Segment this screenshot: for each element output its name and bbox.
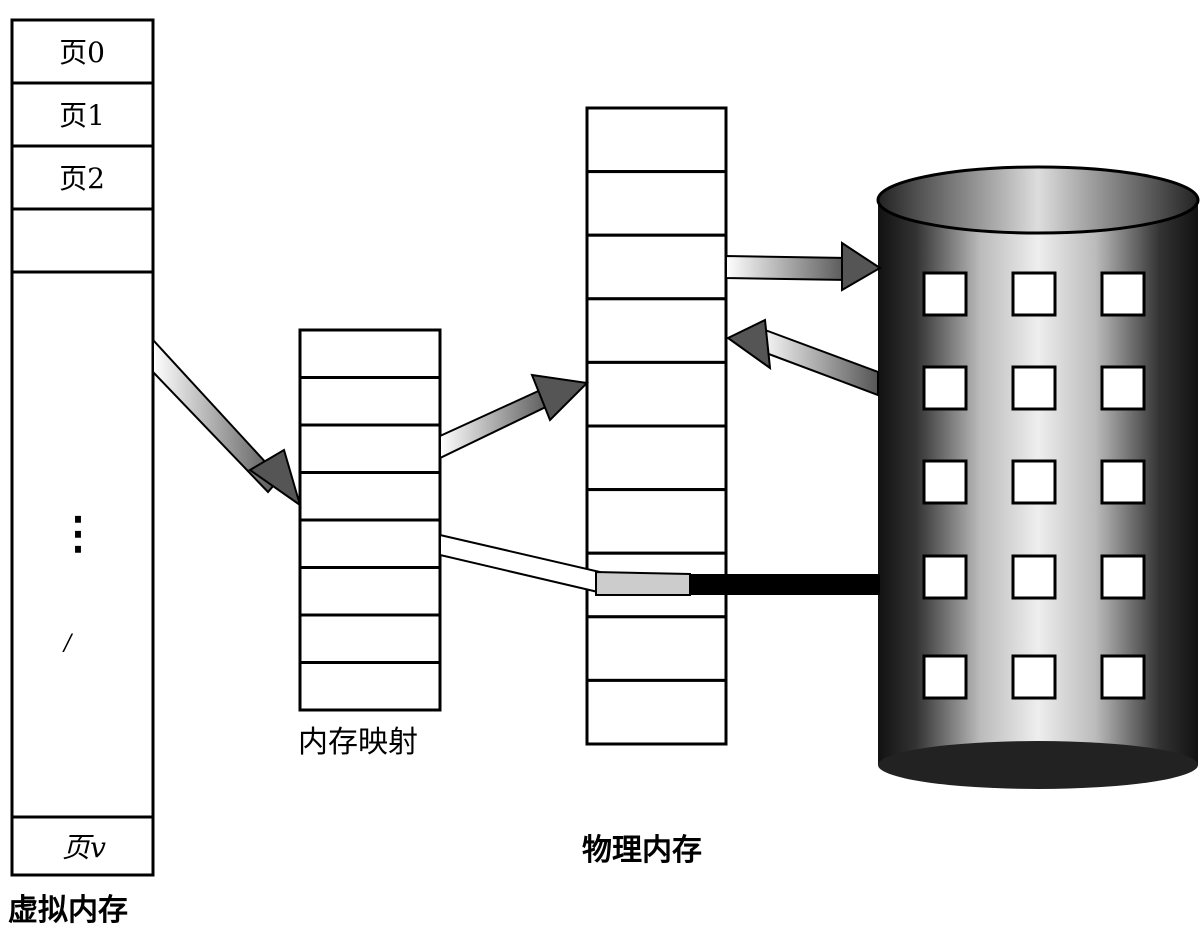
physical-memory-cell-6	[585, 488, 728, 555]
disk-window-2-0	[922, 459, 968, 505]
physical-memory-cell-2	[585, 233, 728, 301]
virtual-ellipsis: ⋮	[56, 508, 100, 559]
virtual-memory-caption: 虚拟内存	[8, 893, 128, 928]
disk-window-4-2	[1100, 654, 1146, 700]
memory-map-cell-1	[298, 376, 442, 427]
memory-map-cell-0	[298, 328, 442, 379]
disk-window-0-1	[1011, 271, 1057, 317]
disk-window-3-1	[1011, 554, 1057, 600]
disk-window-0-0	[922, 271, 968, 317]
disk-window-0-2	[1100, 271, 1146, 317]
memory-map-cell-3	[298, 471, 442, 522]
arrows	[152, 241, 882, 596]
memory-map-cell-4	[298, 518, 442, 569]
memory-map-cell-7	[298, 661, 442, 712]
disk-window-2-2	[1100, 459, 1146, 505]
disk-cylinder	[876, 165, 1200, 789]
virtual-page-0-label: 页0	[59, 36, 105, 69]
disk-window-4-0	[922, 654, 968, 700]
disk-window-1-0	[922, 365, 968, 411]
disk-top	[876, 165, 1200, 235]
memory-map-cell-6	[298, 613, 442, 664]
physical-memory-cell-8	[585, 615, 728, 682]
disk-window-1-2	[1100, 365, 1146, 411]
virtual-page-2-label: 页2	[59, 162, 105, 195]
disk-window-4-1	[1011, 654, 1057, 700]
physical-memory-cell-0	[585, 106, 728, 174]
memory-map-cell-5	[298, 566, 442, 617]
physical-memory-cell-9	[585, 678, 728, 746]
virtual-page-v-label: 页v	[62, 831, 106, 864]
disk-window-2-1	[1011, 459, 1057, 505]
physical-memory-cell-4	[585, 360, 728, 428]
memory-map-caption: 内存映射	[298, 725, 418, 760]
physical-memory-column	[585, 106, 728, 746]
disk-bottom	[878, 741, 1198, 789]
virtual-memory-column: 页0 页1 页2 ⋮ / 页v 虚拟内存	[8, 18, 155, 928]
virtual-memory-diagram: 页0 页1 页2 ⋮ / 页v 虚拟内存 内存映射 物理内存	[8, 18, 1200, 928]
arrow-disk-to-physical	[726, 318, 879, 397]
disk-window-1-1	[1011, 365, 1057, 411]
memory-map-column	[298, 328, 442, 712]
disk-window-3-2	[1100, 554, 1146, 600]
arrow-virtual-to-map	[152, 337, 302, 508]
physical-memory-caption: 物理内存	[582, 833, 702, 868]
virtual-page-3-cell	[10, 207, 155, 274]
arrow-physical-to-disk	[725, 241, 882, 292]
memory-map-cell-2	[298, 423, 442, 474]
arrow-map-to-physical	[439, 373, 590, 460]
virtual-page-1-label: 页1	[59, 99, 105, 132]
physical-memory-cell-5	[585, 424, 728, 492]
physical-memory-cell-1	[585, 170, 728, 237]
disk-window-3-0	[922, 554, 968, 600]
physical-memory-cell-3	[585, 297, 728, 364]
